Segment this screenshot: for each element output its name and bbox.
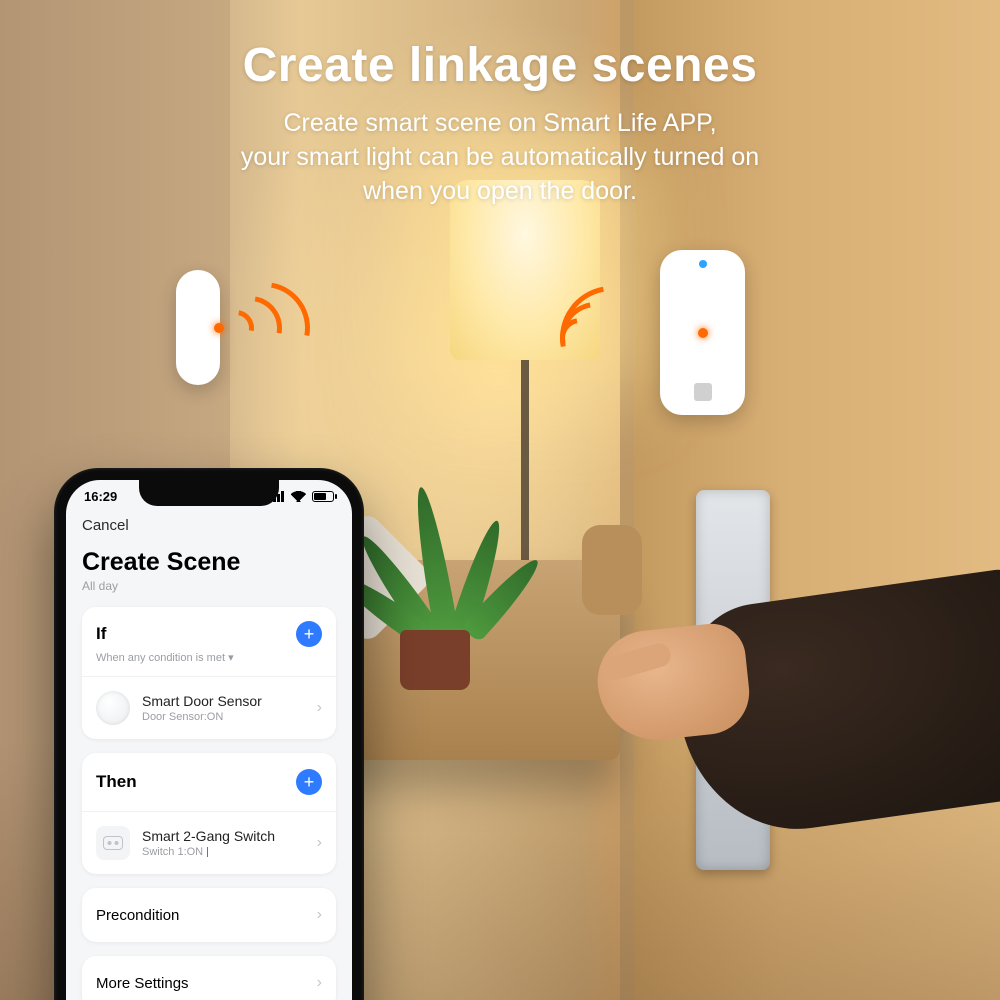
status-time: 16:29: [84, 489, 117, 504]
wifi-icon: [291, 491, 306, 502]
chevron-right-icon: ›: [317, 974, 322, 992]
battery-icon: [312, 491, 334, 502]
add-action-button[interactable]: +: [296, 769, 322, 795]
condition-state: Door Sensor:ON: [142, 711, 305, 723]
cancel-button[interactable]: Cancel: [82, 517, 129, 534]
then-card: Then + Smart 2-Gang Switch Switch 1:ON ›: [82, 753, 336, 874]
precondition-label: Precondition: [96, 907, 179, 924]
phone-screen: 16:29 Cancel Create Scene All day If +: [66, 480, 352, 1000]
switch-icon: [96, 826, 130, 860]
phone-frame: 16:29 Cancel Create Scene All day If +: [54, 468, 364, 1000]
page-title: Create Scene: [82, 548, 336, 577]
door-sensor-magnet: [176, 270, 220, 385]
sensor-led-icon: [698, 328, 708, 338]
chevron-right-icon: ›: [317, 834, 322, 852]
door-sensor-main: [660, 250, 745, 415]
chevron-right-icon: ›: [317, 906, 322, 924]
if-hint[interactable]: When any condition is met ▾: [82, 651, 336, 676]
then-title: Then: [96, 772, 137, 792]
hero-title: Create linkage scenes: [0, 38, 1000, 93]
sensor-brand-icon: [694, 383, 712, 401]
action-name: Smart 2-Gang Switch: [142, 828, 305, 844]
add-condition-button[interactable]: +: [296, 621, 322, 647]
precondition-row[interactable]: Precondition ›: [82, 888, 336, 942]
if-card: If + When any condition is met ▾ Smart D…: [82, 607, 336, 739]
if-title: If: [96, 624, 106, 644]
door-sensor-icon: [96, 691, 130, 725]
phone-notch: [139, 480, 279, 506]
text-cursor-icon: [207, 847, 208, 857]
more-settings-label: More Settings: [96, 975, 189, 992]
hero-subtitle: Create smart scene on Smart Life APP, yo…: [0, 107, 1000, 208]
condition-row[interactable]: Smart Door Sensor Door Sensor:ON ›: [82, 676, 336, 739]
chevron-right-icon: ›: [317, 699, 322, 717]
plant: [340, 470, 520, 690]
action-state: Switch 1:ON: [142, 846, 203, 858]
schedule-label[interactable]: All day: [82, 579, 336, 593]
condition-name: Smart Door Sensor: [142, 693, 305, 709]
action-row[interactable]: Smart 2-Gang Switch Switch 1:ON ›: [82, 811, 336, 874]
more-settings-row[interactable]: More Settings ›: [82, 956, 336, 1000]
